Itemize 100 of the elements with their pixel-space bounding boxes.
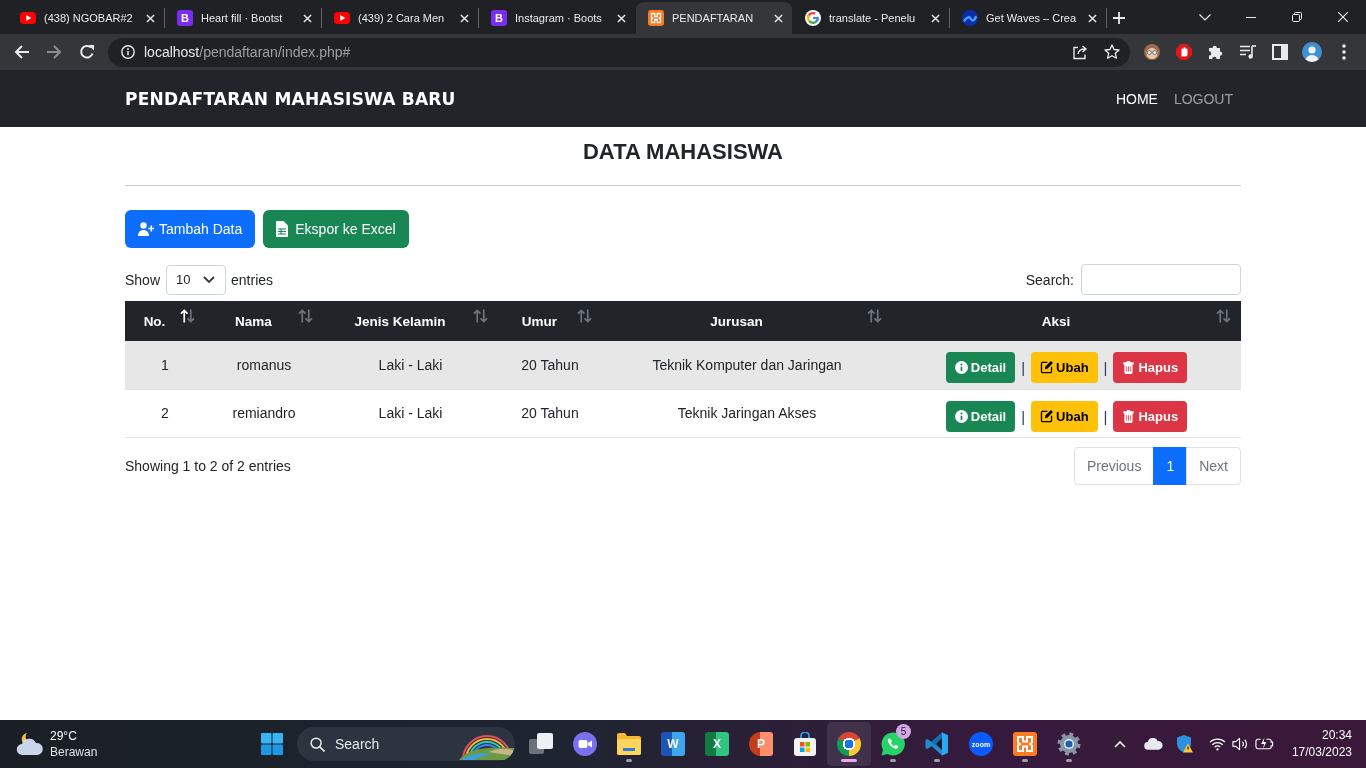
active-app-button[interactable] [827, 722, 871, 766]
battery-charging-icon[interactable] [1255, 737, 1274, 751]
close-icon[interactable] [774, 13, 783, 23]
knot-logo-icon [648, 10, 664, 26]
column-header[interactable]: Aksi [892, 301, 1241, 341]
info-icon[interactable] [121, 45, 135, 59]
spreadsheet-file-icon [276, 221, 289, 237]
close-window-icon[interactable] [1338, 12, 1348, 22]
table-cell: 20 Tahun [498, 389, 602, 437]
browser-tab[interactable]: (439) 2 Cara Men [322, 2, 478, 34]
chevron-down-icon[interactable] [1199, 13, 1211, 21]
page-title: DATA MAHASISWA [582, 138, 784, 166]
browser-tab[interactable]: translate - Penelu [793, 2, 949, 34]
moon-cloud-icon[interactable] [16, 732, 44, 756]
browser-tab[interactable]: B Heart fill · Bootst [165, 2, 321, 34]
knot-logo-icon[interactable] [1013, 732, 1037, 756]
clock-time: 20:34 [1321, 727, 1352, 744]
puzzle-icon[interactable] [1208, 44, 1224, 60]
nav-link[interactable]: LOGOUT [1165, 82, 1241, 115]
address-bar[interactable]: localhost/pendaftaran/index.php# [108, 37, 1130, 67]
forward-arrow-icon[interactable] [46, 44, 62, 60]
nav-link[interactable]: HOME [1107, 82, 1166, 115]
person-plus-icon [138, 222, 154, 236]
presentation-app-icon[interactable]: P [749, 732, 773, 756]
info-circle-icon [954, 409, 968, 423]
chevron-down-icon [203, 276, 216, 283]
shield-warning-icon[interactable] [1177, 735, 1193, 753]
table-cell: 20 Tahun [498, 341, 602, 389]
back-arrow-icon[interactable] [14, 44, 30, 60]
column-header[interactable]: Umur [498, 301, 602, 341]
settings-icon[interactable] [1057, 732, 1081, 756]
browser-tab[interactable]: PENDAFTARAN [636, 2, 792, 34]
table-cell: Laki - Laki [323, 341, 498, 389]
close-icon[interactable] [617, 13, 626, 23]
close-icon[interactable] [931, 13, 940, 23]
separator-text: | [1103, 359, 1108, 377]
task-view-icon[interactable] [529, 732, 553, 756]
playlist-icon[interactable] [1240, 44, 1256, 60]
cloud-icon[interactable] [1144, 738, 1163, 750]
table-cell: remiandro [205, 389, 323, 437]
minimize-icon[interactable] [1246, 16, 1256, 18]
edit-button[interactable]: Ubah [1031, 400, 1098, 432]
share-icon[interactable] [1072, 44, 1088, 60]
speaker-icon[interactable] [1232, 737, 1249, 751]
new-tab-plus-icon[interactable] [1113, 12, 1125, 24]
temperature-text: 29°C [50, 728, 78, 744]
detail-button[interactable]: Detail [945, 352, 1016, 384]
trash-icon [1122, 361, 1136, 375]
close-icon[interactable] [1088, 13, 1097, 23]
column-header[interactable]: No. [125, 301, 205, 341]
brand-title[interactable]: PENDAFTARAN MAHASISWA BARU [125, 88, 456, 109]
browser-tab[interactable]: B Instagram · Boots [479, 2, 635, 34]
rainbow-landscape-icon [459, 734, 515, 760]
weather-condition-text: Berawan [50, 744, 98, 760]
cartoon-face-icon[interactable] [1144, 44, 1160, 60]
letter-icon: B [491, 10, 507, 26]
reload-icon[interactable] [79, 44, 95, 60]
table-cell: 2 [125, 389, 205, 437]
shopping-bag-icon[interactable] [793, 732, 817, 756]
add-data-button[interactable]: Tambah Data [125, 210, 256, 248]
start-menu-icon[interactable] [261, 733, 283, 755]
info-circle-icon [954, 361, 968, 375]
column-header[interactable]: Jurusan [602, 301, 892, 341]
edit-button[interactable]: Ubah [1031, 352, 1098, 384]
search-field[interactable] [1081, 264, 1241, 295]
stop-hand-icon[interactable] [1176, 44, 1192, 60]
detail-button[interactable]: Detail [945, 400, 1016, 432]
close-icon[interactable] [460, 13, 469, 23]
search-label: Search: [1025, 271, 1074, 288]
play-button-icon [20, 10, 36, 26]
taskbar-search[interactable]: Search [297, 727, 515, 761]
close-icon[interactable] [303, 13, 312, 23]
browser-app-icon[interactable] [837, 732, 861, 756]
export-button[interactable]: Ekspor ke Excel [263, 210, 409, 248]
avatar-icon[interactable] [1302, 42, 1322, 62]
separator-text: | [1021, 407, 1026, 425]
more-menu-icon[interactable] [1342, 44, 1346, 60]
side-panel-icon[interactable] [1272, 44, 1288, 60]
separator-text: | [1021, 359, 1026, 377]
wifi-icon[interactable] [1209, 737, 1226, 751]
page-length-select[interactable]: 10 [166, 264, 227, 295]
separator-text: | [1103, 407, 1108, 425]
browser-tab[interactable]: (438) NGOBAR#2 [8, 2, 164, 34]
table-cell: Teknik Komputer dan Jaringan [602, 341, 892, 389]
show-label: Show [125, 271, 161, 288]
play-button-icon [334, 10, 350, 26]
table-cell: Teknik Jaringan Akses [602, 389, 892, 437]
browser-tab[interactable]: Get Waves – Crea [950, 2, 1106, 34]
folder-icon[interactable] [617, 732, 641, 756]
close-icon[interactable] [146, 13, 155, 23]
pagination-button[interactable]: 1 [1153, 446, 1188, 485]
code-editor-icon[interactable] [925, 732, 949, 756]
restore-icon[interactable] [1292, 12, 1302, 22]
column-header[interactable]: Nama [205, 301, 323, 341]
star-icon[interactable] [1104, 44, 1120, 60]
chevron-up-icon[interactable] [1114, 740, 1126, 748]
delete-button[interactable]: Hapus [1113, 400, 1188, 432]
video-chat-icon[interactable] [573, 732, 597, 756]
delete-button[interactable]: Hapus [1113, 352, 1188, 384]
column-header[interactable]: Jenis Kelamin [323, 301, 498, 341]
